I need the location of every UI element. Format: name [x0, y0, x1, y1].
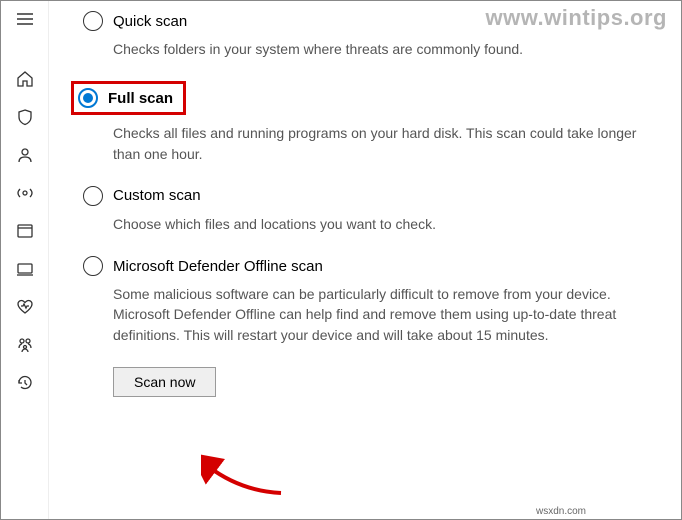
firewall-icon[interactable]	[13, 181, 37, 205]
radio-icon	[78, 88, 98, 108]
home-icon[interactable]	[13, 67, 37, 91]
family-icon[interactable]	[13, 333, 37, 357]
radio-icon	[83, 11, 103, 31]
history-icon[interactable]	[13, 371, 37, 395]
option-label: Custom scan	[113, 187, 201, 204]
option-description: Checks folders in your system where thre…	[113, 39, 651, 59]
app-browser-icon[interactable]	[13, 219, 37, 243]
radio-full-scan[interactable]: Full scan	[78, 88, 173, 108]
option-custom-scan: Custom scan Choose which files and locat…	[83, 186, 651, 234]
option-description: Choose which files and locations you wan…	[113, 214, 651, 234]
account-icon[interactable]	[13, 143, 37, 167]
device-icon[interactable]	[13, 257, 37, 281]
option-offline-scan: Microsoft Defender Offline scan Some mal…	[83, 256, 651, 345]
radio-custom-scan[interactable]: Custom scan	[83, 186, 651, 206]
option-quick-scan: Quick scan Checks folders in your system…	[83, 11, 651, 59]
option-full-scan: Full scan Checks all files and running p…	[83, 81, 651, 164]
health-icon[interactable]	[13, 295, 37, 319]
radio-icon	[83, 186, 103, 206]
shield-icon[interactable]	[13, 105, 37, 129]
radio-offline-scan[interactable]: Microsoft Defender Offline scan	[83, 256, 651, 276]
radio-icon	[83, 256, 103, 276]
sidebar-nav	[1, 1, 49, 519]
option-label: Microsoft Defender Offline scan	[113, 258, 323, 275]
option-label: Full scan	[108, 90, 173, 107]
radio-quick-scan[interactable]: Quick scan	[83, 11, 651, 31]
scan-options-content: Quick scan Checks folders in your system…	[49, 1, 681, 519]
option-label: Quick scan	[113, 13, 187, 30]
scan-now-button[interactable]: Scan now	[113, 367, 216, 397]
option-description: Some malicious software can be particula…	[113, 284, 651, 345]
menu-icon[interactable]	[13, 7, 37, 31]
option-description: Checks all files and running programs on…	[113, 123, 651, 164]
highlight-callout: Full scan	[71, 81, 186, 115]
